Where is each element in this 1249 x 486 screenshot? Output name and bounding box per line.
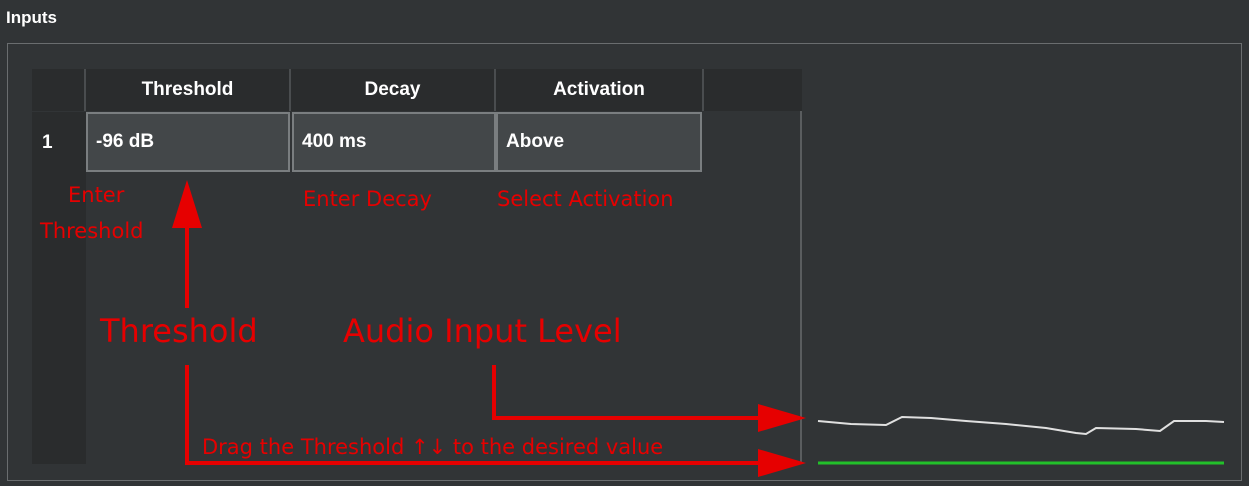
arrow-to-threshold-line-icon xyxy=(185,365,806,477)
audio-level-meter[interactable] xyxy=(806,400,1236,475)
arrow-up-to-threshold-icon xyxy=(172,180,202,308)
arrow-to-level-line-icon xyxy=(492,365,806,432)
inputs-panel: Inputs Threshold Decay Activation 1 -96 … xyxy=(0,0,1249,486)
audio-level-line xyxy=(817,415,1225,436)
